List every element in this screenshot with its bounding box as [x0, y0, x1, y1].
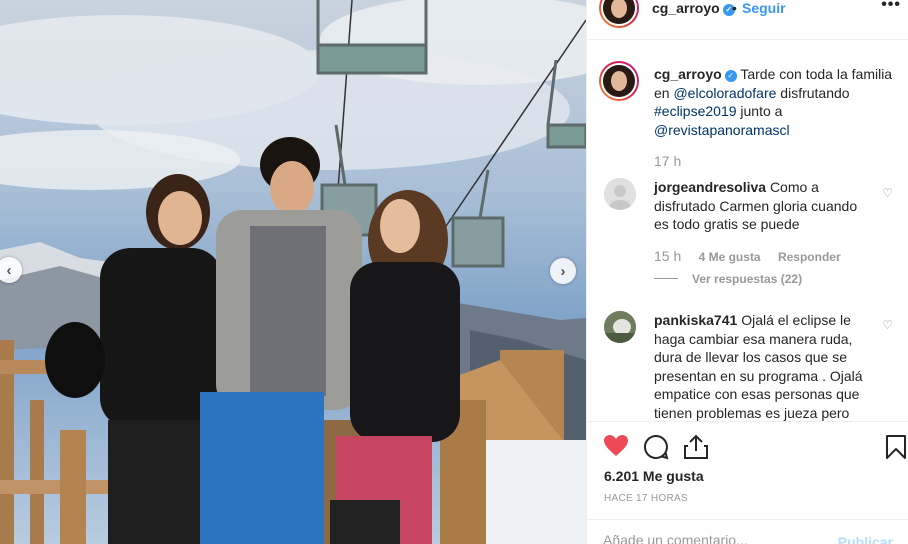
chevron-right-icon: ›: [560, 262, 566, 280]
heart-icon[interactable]: [603, 434, 629, 458]
caption: cg_arroyo ✓ Tarde con toda la familia en …: [654, 65, 894, 139]
comment-icon[interactable]: [643, 434, 669, 460]
publish-button[interactable]: Publicar: [838, 534, 893, 544]
comment-avatar[interactable]: [604, 178, 636, 210]
reply-button[interactable]: Responder: [778, 250, 841, 264]
caption-avatar[interactable]: [599, 61, 639, 101]
heart-outline-icon[interactable]: ♡: [882, 186, 893, 200]
follow-button[interactable]: Seguir: [742, 0, 786, 16]
post-header: cg_arroyo ✓ • Seguir •••: [587, 0, 908, 40]
caption-timestamp[interactable]: 17 h: [654, 153, 681, 169]
comment-avatar[interactable]: [604, 311, 636, 343]
more-options-icon[interactable]: •••: [881, 0, 901, 14]
bookmark-icon[interactable]: [885, 434, 907, 460]
comment-username[interactable]: pankiska741: [654, 312, 737, 328]
chevron-left-icon: ‹: [6, 261, 12, 279]
caption-username[interactable]: cg_arroyo: [654, 66, 722, 82]
share-icon[interactable]: [683, 434, 709, 460]
heart-outline-icon[interactable]: ♡: [882, 318, 893, 332]
divider: [654, 278, 678, 279]
post-timestamp[interactable]: HACE 17 HORAS: [604, 493, 688, 504]
separator-dot: •: [732, 0, 737, 16]
add-comment-bar: Publicar: [587, 519, 908, 544]
comment-likes[interactable]: 4 Me gusta: [699, 250, 761, 264]
post-actions: 6.201 Me gusta HACE 17 HORAS Publicar: [587, 421, 908, 544]
photo-illustration: [0, 0, 586, 544]
comment: pankiska741 Ojalá el eclipse le haga cam…: [654, 311, 869, 421]
next-photo-button[interactable]: ›: [550, 258, 576, 284]
username-link[interactable]: cg_arroyo: [652, 0, 720, 16]
post-author-username[interactable]: cg_arroyo ✓: [652, 0, 735, 16]
mention-link[interactable]: @elcoloradofare: [673, 85, 776, 101]
likes-count[interactable]: 6.201 Me gusta: [604, 468, 704, 484]
comment-text: Ojalá el eclipse le haga cambiar esa man…: [654, 312, 863, 421]
caption-text-3: junto a: [740, 103, 783, 119]
hashtag-link[interactable]: #eclipse2019: [654, 103, 737, 119]
view-replies-button[interactable]: Ver respuestas (22): [654, 272, 802, 286]
comment: jorgeandresoliva Como a disfrutado Carme…: [654, 178, 864, 234]
comment-input[interactable]: [603, 532, 803, 544]
comment-meta: 15 h 4 Me gusta Responder: [654, 248, 841, 264]
view-replies-label: Ver respuestas (22): [692, 272, 803, 286]
comments-list[interactable]: cg_arroyo ✓ Tarde con toda la familia en …: [587, 41, 908, 421]
caption-text-2: disfrutando: [780, 84, 850, 101]
mention-link[interactable]: @revistapanoramascl: [654, 122, 790, 138]
avatar[interactable]: [599, 0, 639, 28]
verified-badge-icon: ✓: [724, 70, 737, 82]
post-sidebar: cg_arroyo ✓ • Seguir ••• cg_arroyo ✓ Tarde…: [586, 0, 908, 544]
comment-timestamp[interactable]: 15 h: [654, 248, 681, 264]
comment-username[interactable]: jorgeandresoliva: [654, 179, 766, 195]
post-photo[interactable]: ‹ ›: [0, 0, 586, 544]
